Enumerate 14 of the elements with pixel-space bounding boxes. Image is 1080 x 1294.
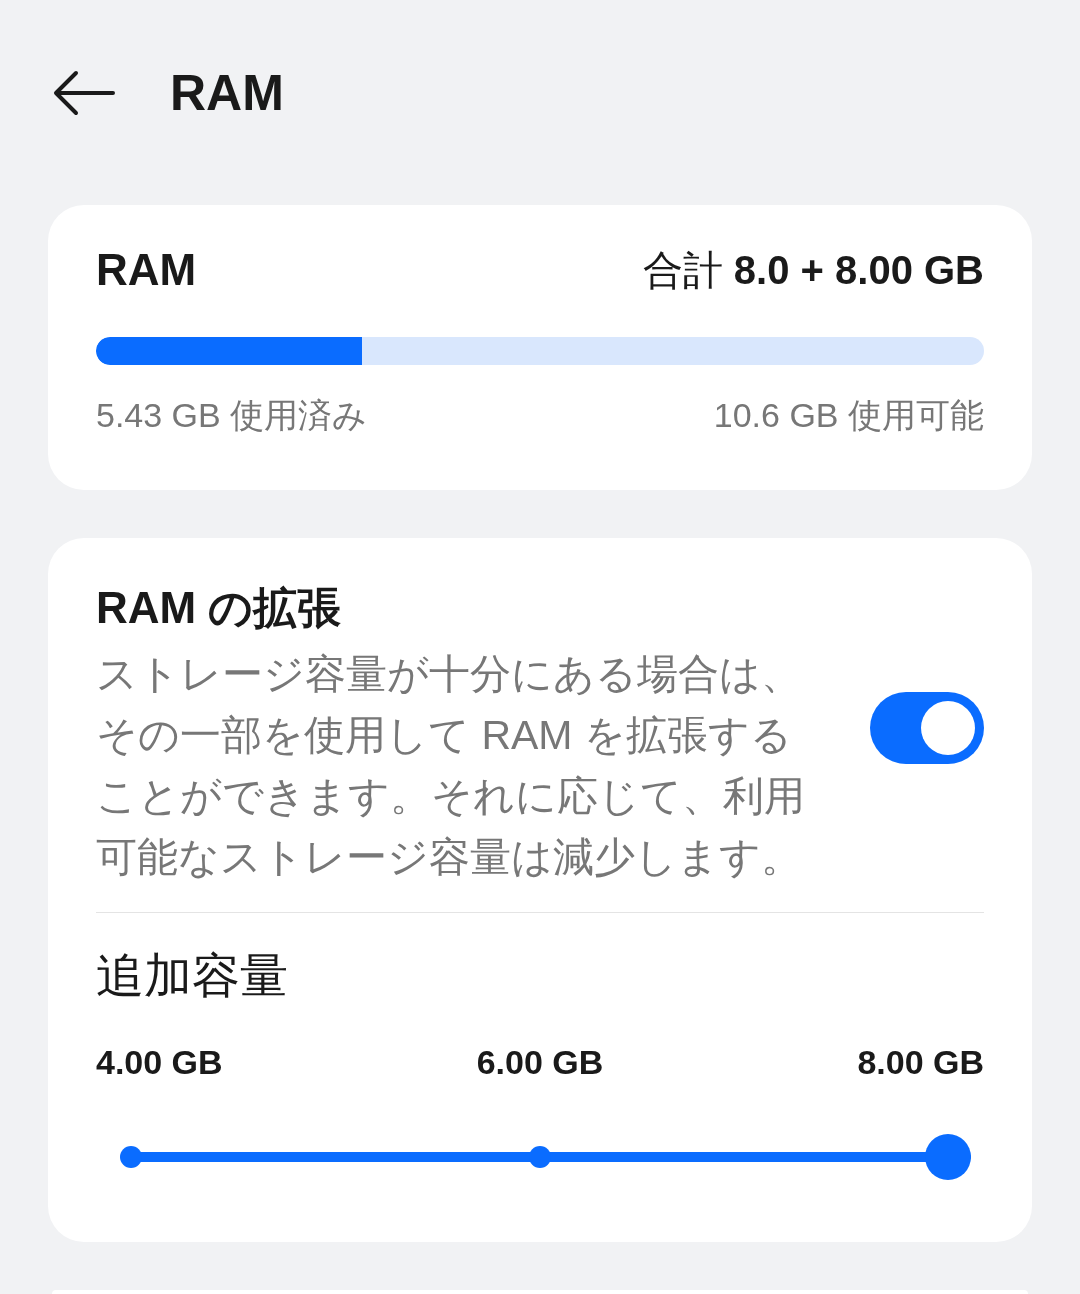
- total-capacity: 合計 8.0 + 8.00 GB: [642, 247, 984, 294]
- section-title: 追加容量: [96, 948, 288, 1004]
- setting-description: ストレージ容量が十分にある場合は、その一部を使用して RAM を拡張することができます。それに応じて、利用可能なストレージ容量は減少します。: [96, 650, 806, 882]
- used-amount: 5.43 GB 使用済み: [96, 395, 368, 436]
- slider-value-label: 6.00 GB: [476, 1042, 604, 1083]
- slider-thumb[interactable]: [925, 1134, 971, 1180]
- slider-value-label: 4.00 GB: [96, 1042, 223, 1083]
- tick-dot-icon: [120, 1146, 142, 1168]
- available-amount: 10.6 GB 使用可能: [713, 395, 984, 436]
- card-title: RAM: [96, 244, 197, 296]
- page-title: RAM: [170, 63, 284, 123]
- back-icon[interactable]: [53, 69, 115, 116]
- setting-title: RAM の拡張: [96, 582, 342, 634]
- slider-value-label: 8.00 GB: [857, 1042, 984, 1083]
